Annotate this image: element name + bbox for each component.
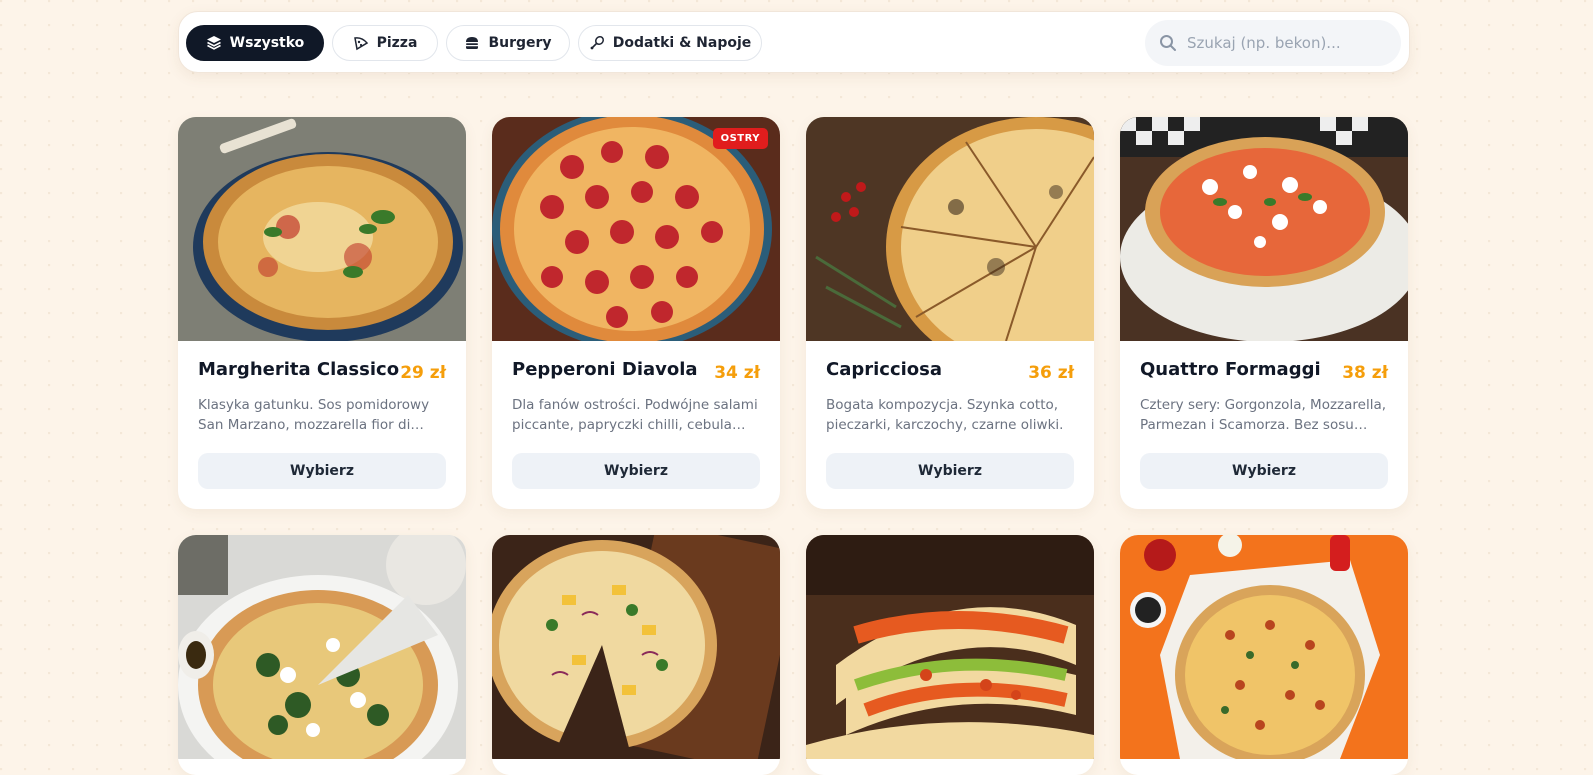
product-image [178, 535, 466, 759]
product-card[interactable] [178, 535, 466, 775]
product-name: Margherita Classico [198, 359, 400, 380]
layers-icon [206, 36, 221, 50]
product-description: Klasyka gatunku. Sos pomidorowy San Marz… [198, 397, 430, 433]
product-name: Capricciosa [826, 359, 943, 380]
product-name: Pepperoni Diavola [512, 359, 698, 380]
product-name: Quattro Formaggi [1140, 359, 1321, 380]
search-input[interactable] [1185, 22, 1389, 64]
search-box [1145, 20, 1401, 66]
product-image [1120, 535, 1408, 759]
product-image [1120, 117, 1408, 341]
spicy-badge: OSTRY [712, 128, 768, 149]
product-card[interactable] [1120, 535, 1408, 775]
product-image [492, 535, 780, 759]
product-image [178, 117, 466, 341]
filter-chip-label: Wszystko [229, 35, 305, 51]
product-description: Cztery sery: Gorgonzola, Mozzarella, Par… [1140, 397, 1387, 433]
product-image [806, 535, 1094, 759]
filter-chip-label: Burgery [488, 35, 552, 51]
product-card[interactable] [806, 535, 1094, 775]
product-description: Bogata kompozycja. Szynka cotto, pieczar… [826, 397, 1064, 433]
product-card[interactable]: Quattro Formaggi 38 zł Cztery sery: Gorg… [1120, 117, 1408, 509]
filter-chip-label: Pizza [376, 35, 418, 51]
product-image [806, 117, 1094, 341]
product-card[interactable]: OSTRY Pepperoni Diavola 34 zł Dla fanów … [492, 117, 780, 509]
select-button[interactable]: Wybierz [512, 453, 760, 489]
product-price: 36 zł [1028, 363, 1074, 383]
category-filter-bar: Wszystko Pizza Burgery Dodatki & Napoje [178, 11, 1410, 73]
product-card[interactable]: Capricciosa 36 zł Bogata kompozycja. Szy… [806, 117, 1094, 509]
drumstick-icon [590, 35, 604, 50]
product-card[interactable] [492, 535, 780, 775]
product-card[interactable]: Margherita Classico 29 zł Klasyka gatunk… [178, 117, 466, 509]
burger-icon [466, 37, 479, 49]
search-icon [1160, 35, 1176, 51]
filter-chip-all[interactable]: Wszystko [186, 25, 324, 61]
product-price: 38 zł [1342, 363, 1388, 383]
filter-chip-burgers[interactable]: Burgery [446, 25, 570, 61]
product-description: Dla fanów ostrości. Podwójne salami picc… [512, 397, 758, 433]
select-button[interactable]: Wybierz [198, 453, 446, 489]
select-button[interactable]: Wybierz [1140, 453, 1388, 489]
product-price: 34 zł [714, 363, 760, 383]
product-image: OSTRY [492, 117, 780, 341]
filter-chip-pizza[interactable]: Pizza [332, 25, 438, 61]
product-price: 29 zł [400, 363, 446, 383]
pizza-slice-icon [353, 37, 368, 51]
select-button[interactable]: Wybierz [826, 453, 1074, 489]
filter-chip-sides-drinks[interactable]: Dodatki & Napoje [578, 25, 762, 61]
filter-chip-label: Dodatki & Napoje [612, 35, 752, 51]
